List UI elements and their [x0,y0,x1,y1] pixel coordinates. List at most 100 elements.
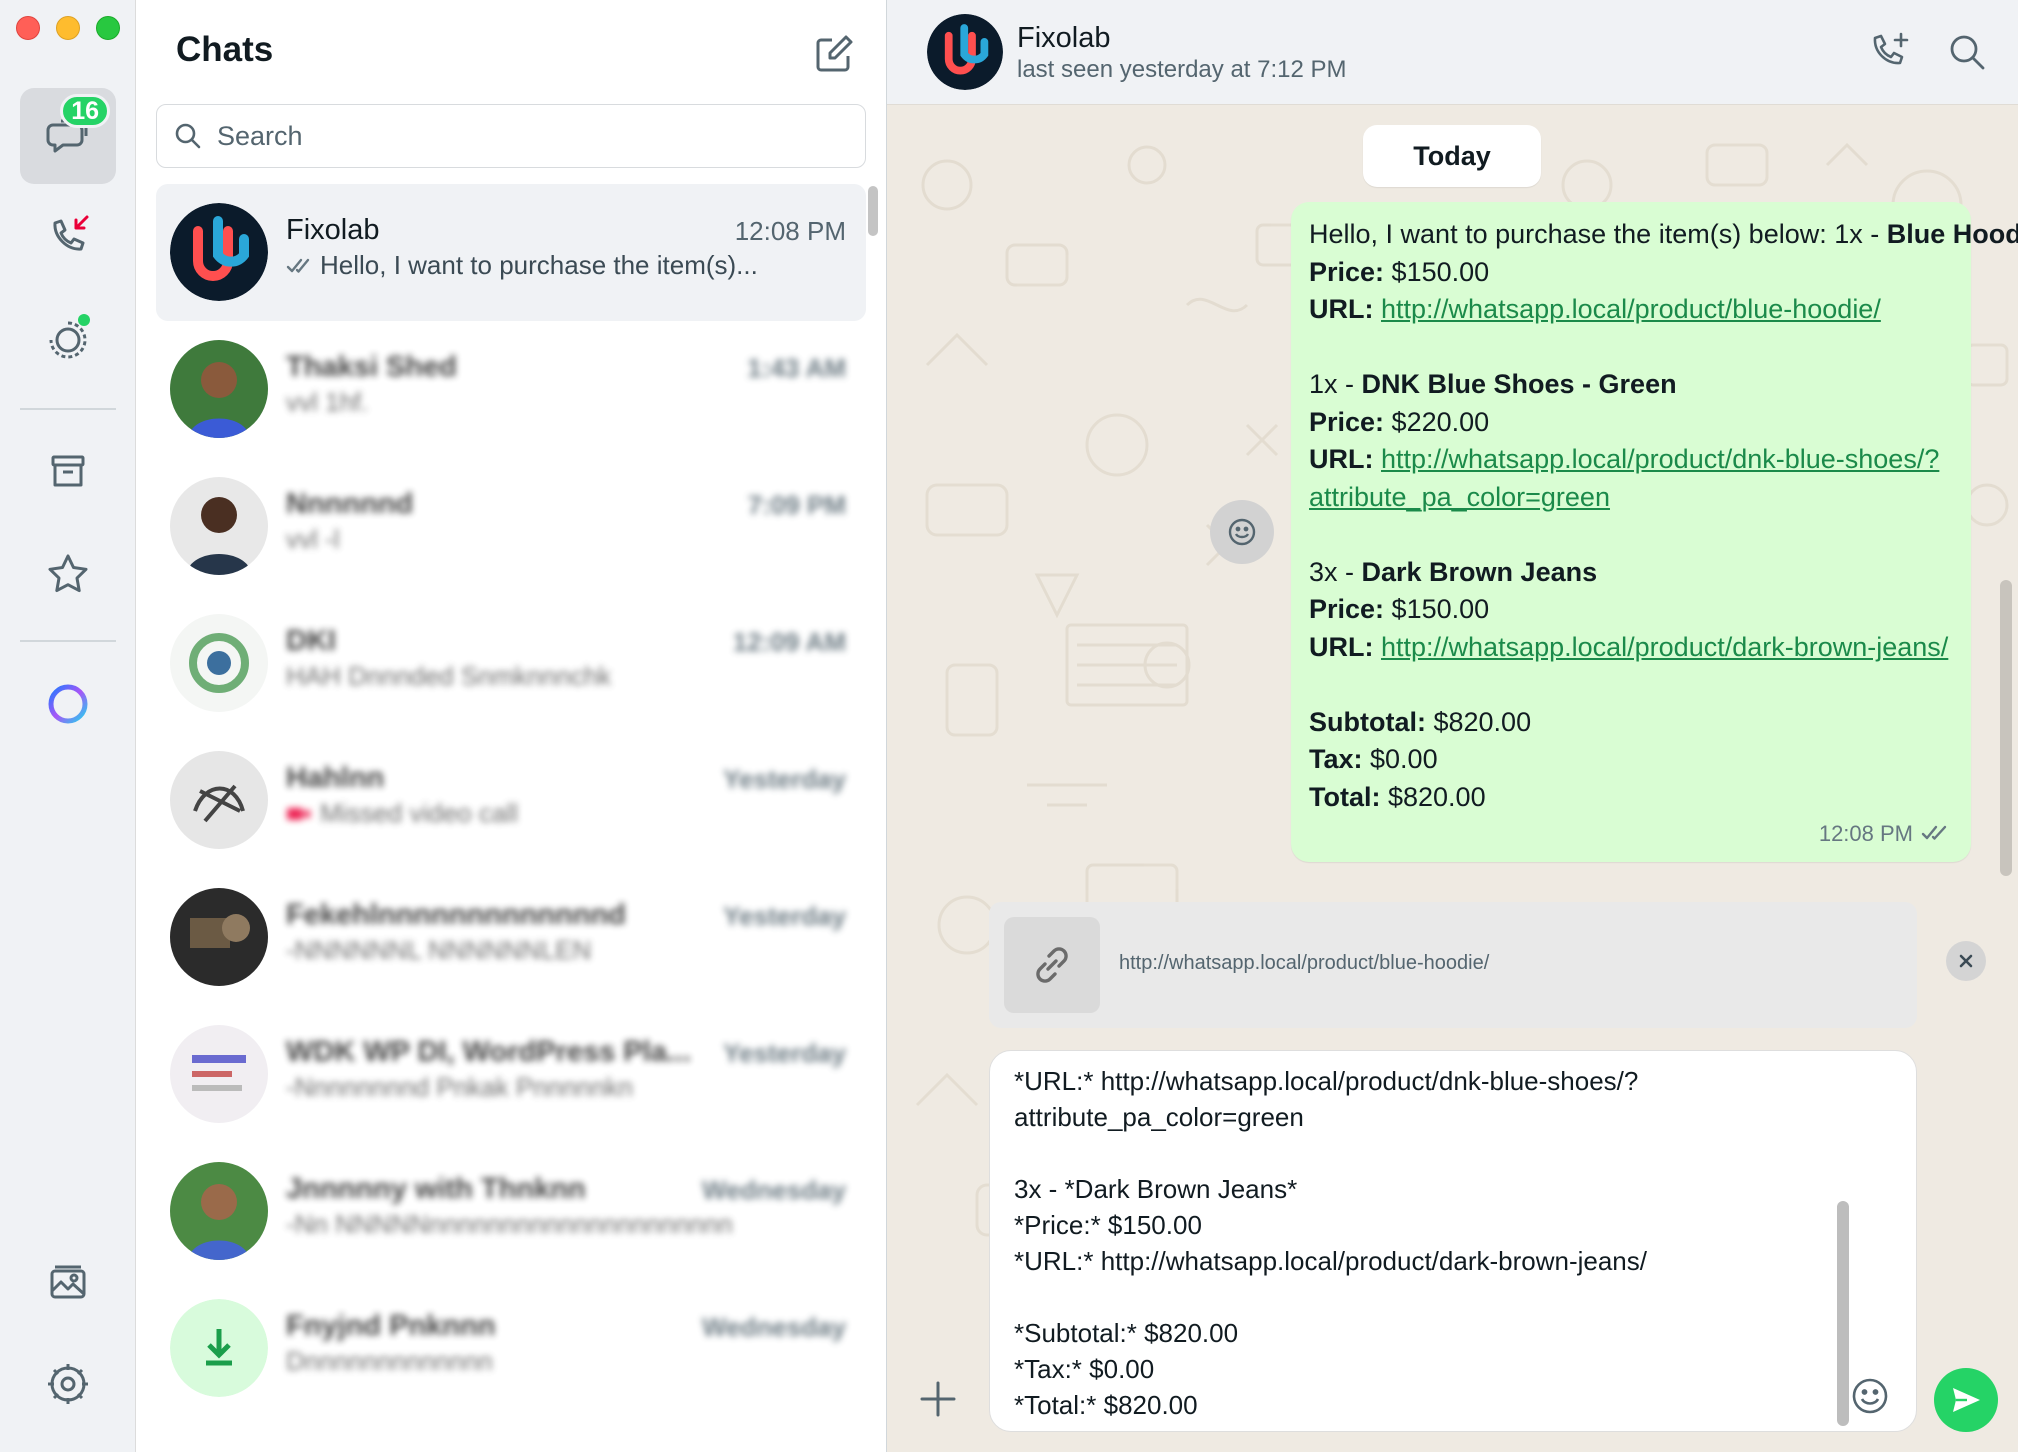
chat-item[interactable]: Nnnnnnd 7:09 PM vvl -l [156,458,866,595]
total-value: $820.00 [1380,781,1486,812]
window-controls [16,16,120,40]
fixolab-logo [927,14,1003,90]
chat-list-panel: Chats Fixolab 12:08 PM Hello, I want to … [136,0,887,1452]
rail-divider [20,640,116,642]
item-qty: 1x - [1309,369,1362,399]
rail-calls-button[interactable] [20,188,116,284]
rail-media-button[interactable] [20,1234,116,1330]
chat-preview: Missed video call [286,798,518,829]
avatar [170,340,268,438]
link-preview[interactable]: http://whatsapp.local/product/blue-hoodi… [989,902,1917,1028]
conversation-header[interactable]: Fixolab last seen yesterday at 7:12 PM [887,0,2018,105]
price-label: Price: [1309,594,1385,624]
link-thumbnail [1004,917,1100,1013]
contact-status: last seen yesterday at 7:12 PM [1017,56,1347,83]
chat-name: WDK WP DI, WordPress Pla... [286,1036,692,1068]
outgoing-message-bubble[interactable]: Hello, I want to purchase the item(s) be… [1291,202,2018,862]
chat-name: Fixolab [286,214,380,246]
price-label: Price: [1309,256,1385,287]
chat-time: 12:08 PM [734,216,846,246]
chat-preview: HAH Dnnnded Snmknnnchk [286,661,612,691]
chat-time: Yesterday [723,901,846,931]
search-messages-icon[interactable] [1945,30,1989,74]
chat-name: Hahlnn [286,762,385,794]
add-call-icon[interactable] [1867,30,1911,74]
avatar [170,1162,268,1260]
react-button[interactable] [1210,500,1274,564]
nav-rail: 16 [0,0,136,1452]
window-zoom-button[interactable] [96,16,120,40]
chat-preview: vvl -l [286,524,340,554]
chat-item[interactable]: Fekehlnnnnnnnnnnnnnd Yesterday -NNNNNNL … [156,869,866,1006]
subtotal-value: $820.00 [1425,706,1532,737]
chat-time: 1:43 AM [747,353,846,383]
chat-name: Fnyjnd Pnknnn [286,1310,496,1342]
chat-item[interactable]: Hahlnn Yesterday Missed video call [156,732,866,869]
close-icon [1959,954,1973,968]
rail-settings-button[interactable] [20,1336,116,1432]
url-label: URL: [1309,294,1374,324]
avatar [170,614,268,712]
chat-preview: -Nnnnnnnnd Pnkak Pnnnnnkn [286,1072,633,1102]
chat-preview: Dnnnnnnnnnnnnn [286,1346,493,1376]
chat-time: 7:09 PM [747,490,846,520]
conversation-scrollbar[interactable] [2000,580,2012,876]
search-box[interactable] [156,104,866,168]
item-qty: 3x - [1309,556,1362,587]
attach-plus-icon[interactable] [918,1379,958,1419]
chat-time: Yesterday [723,764,846,794]
settings-icon [48,1364,88,1404]
chat-name: Nnnnnnd [286,488,414,520]
close-link-preview-button[interactable] [1946,941,1986,981]
rail-archive-button[interactable] [20,424,116,520]
rail-starred-button[interactable] [20,526,116,622]
chat-preview-text: Missed video call [320,798,518,828]
message-text: Hello, I want to purchase the item(s) be… [1309,219,1887,249]
contact-avatar[interactable] [927,14,1003,90]
rail-status-button[interactable] [20,292,116,388]
message-composer[interactable]: *URL:* http://whatsapp.local/product/dnk… [989,1050,1917,1432]
status-dot [78,314,90,326]
message-input[interactable]: *URL:* http://whatsapp.local/product/dnk… [1014,1063,1854,1423]
rail-meta-ai-button[interactable] [20,656,116,752]
item-name: DNK Blue Shoes - Green [1361,369,1677,399]
send-button[interactable] [1934,1368,1998,1432]
chat-item[interactable]: Fnyjnd Pnknnn Wednesday Dnnnnnnnnnnnnn [156,1280,866,1417]
starred-icon [48,554,88,593]
price-label: Price: [1309,406,1385,437]
date-separator: Today [1363,125,1541,187]
window-close-button[interactable] [16,16,40,40]
emoji-icon[interactable] [1850,1376,1890,1416]
calls-icon [53,215,89,251]
chat-item[interactable]: DKI 12:09 AM HAH Dnnnded Snmknnnchk [156,595,866,732]
avatar [170,1299,268,1397]
rail-divider [20,408,116,410]
chat-item[interactable]: Thaksi Shed 1:43 AM vvl 1hf. [156,321,866,458]
chat-item-fixolab[interactable]: Fixolab 12:08 PM Hello, I want to purcha… [156,184,866,321]
new-chat-icon[interactable] [812,32,856,76]
chat-list-scrollbar[interactable] [868,186,878,236]
message-time: 12:08 PM [1818,820,1913,846]
message-meta: 12:08 PM [1819,815,1949,853]
product-link[interactable]: http://whatsapp.local/product/blue-hoodi… [1381,294,1881,324]
chat-item[interactable]: Jnnnnny with Thnknn Wednesday -Nn NNNNNn… [156,1143,866,1280]
product-link[interactable]: http://whatsapp.local/product/dark-brown… [1381,632,1948,662]
smiley-icon [1228,518,1256,546]
search-input[interactable] [217,120,817,152]
unread-badge: 16 [60,94,110,128]
avatar [170,751,268,849]
chat-item[interactable]: WDK WP DI, WordPress Pla... Yesterday -N… [156,1006,866,1143]
product-link-continued[interactable]: attribute_pa_color=green [1309,482,1610,512]
conversation-panel: Fixolab last seen yesterday at 7:12 PM T… [887,0,2018,1452]
product-link[interactable]: http://whatsapp.local/product/dnk-blue-s… [1381,444,1939,474]
window-minimize-button[interactable] [56,16,80,40]
chat-name: Fekehlnnnnnnnnnnnnnd [286,899,626,931]
avatar [170,203,268,301]
total-label: Total: [1309,781,1381,812]
composer-scrollbar[interactable] [1837,1201,1849,1426]
chat-name: DKI [286,625,336,657]
rail-chats-button[interactable]: 16 [20,88,116,184]
avatar [170,1025,268,1123]
link-icon [1036,947,1068,983]
send-icon [1953,1388,1980,1412]
